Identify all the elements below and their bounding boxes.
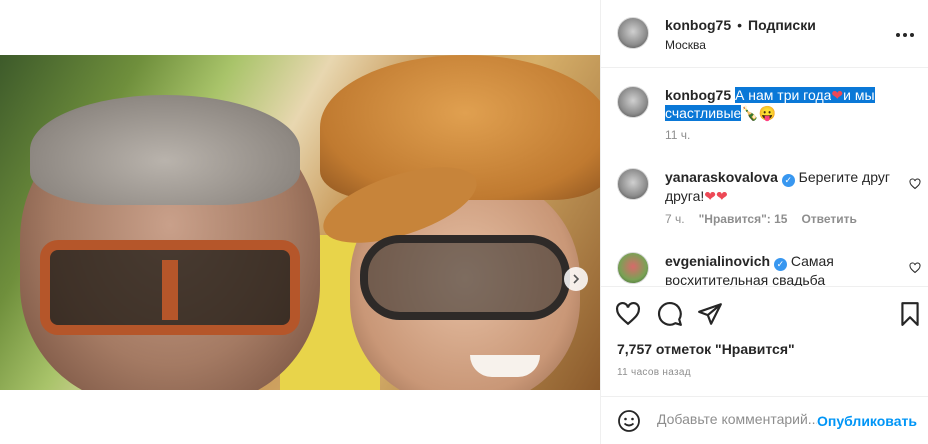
post-location[interactable]: Москва bbox=[665, 38, 706, 52]
bookmark-icon[interactable] bbox=[897, 301, 923, 327]
man-hair bbox=[30, 95, 300, 205]
comment-emoji: ❤❤ bbox=[704, 188, 728, 204]
next-slide-button[interactable] bbox=[564, 267, 588, 291]
comment-input[interactable] bbox=[657, 411, 817, 427]
heart-emoji: ❤ bbox=[831, 87, 844, 103]
comments-list[interactable]: konbog75 А нам три года❤и мы счастливые🍾… bbox=[601, 68, 928, 286]
comment-body: evgenialinovich ✓ Самая восхитительная с… bbox=[665, 252, 905, 286]
comment-body: yanaraskovalova ✓ Берегите друг друга!❤❤ bbox=[665, 168, 905, 205]
caption-text-1: А нам три года bbox=[735, 87, 832, 103]
bottle-emoji: 🍾 bbox=[741, 105, 759, 121]
emoji-icon[interactable] bbox=[617, 409, 641, 433]
author-username[interactable]: konbog75 bbox=[665, 17, 731, 33]
comment-likes[interactable]: "Нравится": 15 bbox=[699, 212, 788, 226]
post-time[interactable]: 11 часов назад bbox=[617, 367, 691, 378]
more-options-button[interactable] bbox=[895, 22, 915, 43]
comment-meta: 7 ч. "Нравится": 15 Ответить bbox=[665, 212, 857, 226]
comment-username[interactable]: evgenialinovich bbox=[665, 253, 770, 269]
comment-like-heart-icon[interactable] bbox=[909, 178, 921, 190]
caption-time[interactable]: 11 ч. bbox=[665, 128, 690, 142]
woman-smile bbox=[470, 355, 540, 377]
more-horizontal-icon bbox=[896, 33, 914, 37]
following-button[interactable]: Подписки bbox=[748, 17, 816, 33]
likes-count[interactable]: 7,757 отметок "Нравится" bbox=[617, 341, 795, 357]
media-column bbox=[0, 0, 600, 444]
caption-item: konbog75 А нам три года❤и мы счастливые🍾… bbox=[617, 86, 917, 146]
send-icon[interactable] bbox=[697, 301, 723, 327]
caption-username[interactable]: konbog75 bbox=[665, 87, 731, 103]
face-emoji: 😛 bbox=[758, 105, 777, 121]
comment-time[interactable]: 7 ч. bbox=[665, 212, 685, 226]
chevron-right-icon bbox=[573, 274, 580, 284]
reply-button[interactable]: Ответить bbox=[801, 212, 856, 226]
comment-like-heart-icon[interactable] bbox=[909, 262, 921, 274]
post-header: konbog75 • Подписки Москва bbox=[601, 0, 928, 68]
caption-body: konbog75 А нам три года❤и мы счастливые🍾… bbox=[665, 86, 905, 122]
post-actions: 7,757 отметок "Нравится" 11 часов назад bbox=[601, 286, 928, 396]
separator-bullet: • bbox=[737, 17, 743, 33]
comment-item: yanaraskovalova ✓ Берегите друг друга!❤❤… bbox=[617, 168, 921, 238]
author-avatar[interactable] bbox=[617, 17, 649, 49]
verified-badge-icon: ✓ bbox=[773, 258, 787, 271]
post-comment-button[interactable]: Опубликовать bbox=[817, 413, 917, 429]
heart-icon[interactable] bbox=[615, 301, 641, 327]
caption-meta: 11 ч. bbox=[665, 128, 690, 142]
comment-item: evgenialinovich ✓ Самая восхитительная с… bbox=[617, 252, 921, 286]
author-line: konbog75 • Подписки bbox=[665, 17, 816, 33]
man-sunglasses bbox=[40, 240, 300, 335]
comment-username[interactable]: yanaraskovalova bbox=[665, 169, 778, 185]
comment-avatar[interactable] bbox=[617, 168, 649, 200]
post-media-video[interactable] bbox=[0, 55, 600, 390]
comment-icon[interactable] bbox=[657, 301, 683, 327]
woman-glasses bbox=[360, 235, 570, 320]
add-comment-bar: Опубликовать bbox=[601, 396, 928, 444]
comment-avatar[interactable] bbox=[617, 252, 649, 284]
verified-badge-icon: ✓ bbox=[781, 174, 795, 187]
caption-avatar[interactable] bbox=[617, 86, 649, 118]
post-side-panel: konbog75 • Подписки Москва konbog75 А на… bbox=[600, 0, 928, 444]
